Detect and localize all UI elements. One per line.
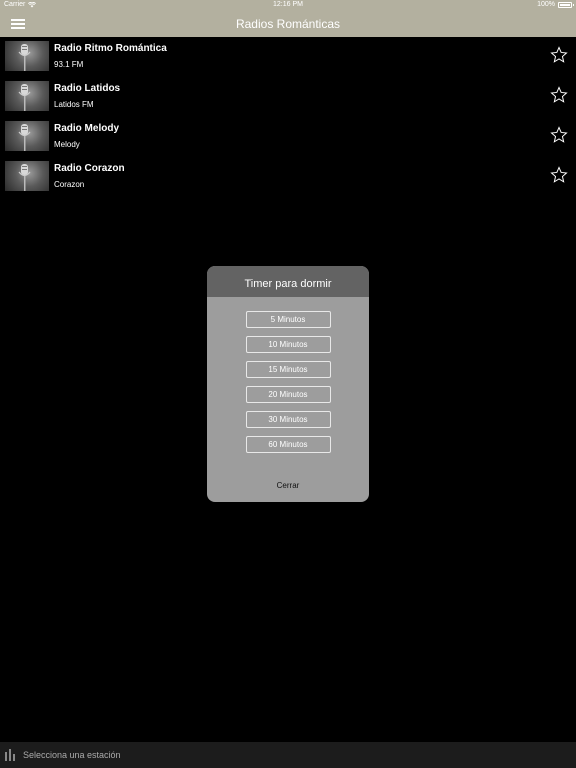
timer-option-5[interactable]: 5 Minutos xyxy=(245,311,331,328)
star-icon[interactable] xyxy=(550,166,568,184)
microphone-icon xyxy=(18,164,31,191)
star-icon[interactable] xyxy=(550,86,568,104)
station-row[interactable]: Radio Corazon Corazon xyxy=(0,157,576,197)
equalizer-icon xyxy=(5,749,15,761)
microphone-icon xyxy=(18,84,31,111)
battery-icon xyxy=(558,1,574,8)
timer-option-10[interactable]: 10 Minutos xyxy=(245,336,331,353)
microphone-icon xyxy=(18,44,31,71)
station-row[interactable]: Radio Ritmo Romántica 93.1 FM xyxy=(0,37,576,77)
microphone-thumbnail xyxy=(5,41,49,71)
player-status-text: Selecciona una estación xyxy=(23,750,121,760)
microphone-thumbnail xyxy=(5,121,49,151)
timer-option-30[interactable]: 30 Minutos xyxy=(245,411,331,428)
sleep-timer-dialog: Timer para dormir 5 Minutos 10 Minutos 1… xyxy=(207,266,369,502)
star-icon[interactable] xyxy=(550,126,568,144)
station-row[interactable]: Radio Latidos Latidos FM xyxy=(0,77,576,117)
status-bar: Carrier 12:16 PM 100% xyxy=(0,0,576,11)
station-name: Radio Ritmo Romántica xyxy=(54,43,167,54)
close-button[interactable]: Cerrar xyxy=(207,481,369,490)
timer-option-20[interactable]: 20 Minutos xyxy=(245,386,331,403)
player-bar[interactable]: Selecciona una estación xyxy=(0,742,576,768)
timer-options: 5 Minutos 10 Minutos 15 Minutos 20 Minut… xyxy=(207,311,369,461)
station-name: Radio Corazon xyxy=(54,163,125,174)
page-title: Radios Románticas xyxy=(235,17,341,31)
timer-option-15[interactable]: 15 Minutos xyxy=(245,361,331,378)
station-list: Radio Ritmo Romántica 93.1 FM Radio Lati… xyxy=(0,37,576,197)
status-time: 12:16 PM xyxy=(273,1,303,8)
microphone-thumbnail xyxy=(5,81,49,111)
nav-bar: Radios Románticas xyxy=(0,11,576,37)
star-icon[interactable] xyxy=(550,46,568,64)
battery-percent: 100% xyxy=(537,1,555,8)
battery-info: 100% xyxy=(537,1,574,8)
station-name: Radio Latidos xyxy=(54,83,121,94)
dialog-title: Timer para dormir xyxy=(207,266,369,297)
station-subtitle: 93.1 FM xyxy=(54,60,84,69)
timer-option-60[interactable]: 60 Minutos xyxy=(245,436,331,453)
station-subtitle: Melody xyxy=(54,140,80,149)
station-subtitle: Corazon xyxy=(54,180,85,189)
station-row[interactable]: Radio Melody Melody xyxy=(0,117,576,157)
station-subtitle: Latidos FM xyxy=(54,100,94,109)
microphone-icon xyxy=(18,124,31,151)
microphone-thumbnail xyxy=(5,161,49,191)
station-name: Radio Melody xyxy=(54,123,120,134)
